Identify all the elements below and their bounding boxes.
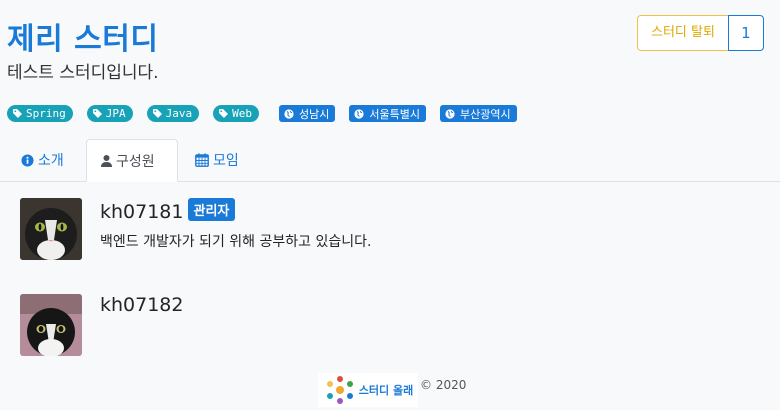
zone-label: 부산광역시: [459, 107, 511, 121]
tag-badge[interactable]: Java: [146, 105, 200, 122]
user-icon: [101, 154, 112, 167]
tag-label: JPA: [105, 107, 126, 120]
logo: 스터디 올래: [318, 373, 418, 407]
globe-icon: [354, 108, 364, 119]
member-name: kh07181 관리자: [100, 198, 236, 223]
cat-photo-icon: [20, 198, 82, 260]
calendar-icon: [195, 153, 209, 167]
logo-people-icon: [326, 376, 353, 404]
globe-icon: [445, 108, 455, 119]
globe-icon: [284, 108, 294, 119]
study-description: 테스트 스터디입니다.: [7, 63, 159, 83]
tag-icon: [152, 109, 162, 118]
tag-badge[interactable]: Web: [213, 105, 259, 122]
study-title: 제리 스터디: [7, 22, 159, 57]
member-name: kh07182: [100, 294, 184, 316]
member-bio: 백엔드 개발자가 되기 위해 공부하고 있습니다.: [100, 234, 372, 250]
admin-badge: 관리자: [187, 198, 236, 221]
study-tabs: 소개 구성원 모임: [0, 139, 780, 182]
tag-icon: [219, 109, 229, 118]
tab-events[interactable]: 모임: [181, 139, 253, 181]
info-circle-icon: [21, 153, 34, 167]
tag-icon: [13, 109, 22, 118]
logo-text: 스터디 올래: [358, 384, 414, 397]
zone-badge[interactable]: 서울특별시: [349, 105, 426, 122]
tab-label: 구성원: [116, 153, 155, 170]
tab-intro[interactable]: 소개: [7, 139, 78, 181]
tab-members[interactable]: 구성원: [86, 139, 178, 182]
member-count-button[interactable]: 1: [727, 15, 764, 51]
member-name-text[interactable]: kh07181: [100, 201, 184, 223]
cat-photo-icon: [20, 294, 82, 356]
zone-label: 성남시: [299, 107, 330, 121]
tag-label: Web: [232, 107, 252, 120]
zone-label: 서울특별시: [369, 107, 420, 121]
tag-badge[interactable]: Spring: [7, 105, 73, 122]
tab-label: 소개: [38, 153, 64, 169]
footer: 스터디 올래 © 2020: [318, 373, 466, 407]
copyright: © 2020: [420, 378, 467, 392]
tag-label: Spring: [26, 107, 66, 120]
avatar[interactable]: [20, 198, 82, 260]
member-name-text[interactable]: kh07182: [100, 294, 184, 316]
tag-icon: [92, 109, 102, 118]
tag-list: Spring JPA Java Web 성남시 서울특별시 부산광역시: [7, 105, 531, 122]
tab-label: 모임: [213, 153, 239, 169]
leave-study-button[interactable]: 스터디 탈퇴: [637, 15, 728, 51]
study-action-group: 스터디 탈퇴 1: [637, 15, 764, 51]
tag-label: Java: [165, 107, 193, 120]
avatar[interactable]: [20, 294, 82, 356]
zone-badge[interactable]: 성남시: [279, 105, 336, 122]
tag-badge[interactable]: JPA: [86, 105, 133, 122]
zone-badge[interactable]: 부산광역시: [439, 105, 517, 122]
